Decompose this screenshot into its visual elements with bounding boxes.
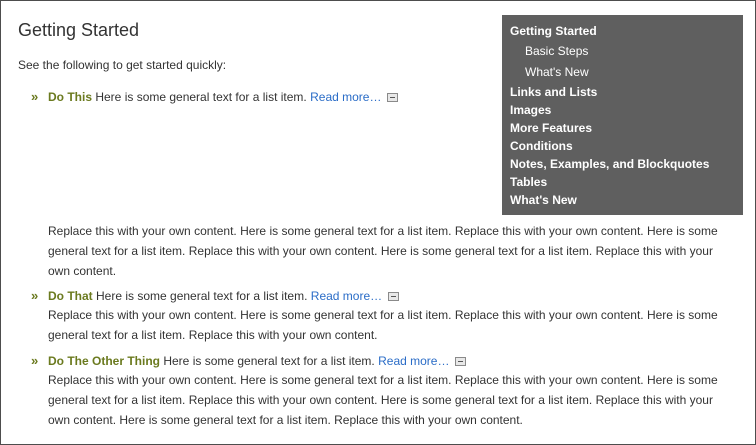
- list-item-term: Do This: [48, 90, 92, 104]
- list-item-body: Replace this with your own content. Here…: [48, 373, 718, 427]
- read-more-link[interactable]: Read more…: [310, 90, 381, 104]
- bullet-icon: »: [31, 89, 39, 104]
- toc-item-whats-new[interactable]: What's New: [510, 191, 735, 209]
- list-item-text: Here is some general text for a list ite…: [96, 289, 308, 303]
- topic-toc: Getting Started Basic Steps What's New L…: [502, 15, 743, 215]
- help-topic-pane: Getting Started See the following to get…: [0, 0, 756, 445]
- expand-icon[interactable]: [455, 357, 467, 367]
- list-item-text: Here is some general text for a list ite…: [95, 90, 307, 104]
- toc-item-notes-examples-blockquotes[interactable]: Notes, Examples, and Blockquotes: [510, 155, 735, 173]
- toc-item-tables[interactable]: Tables: [510, 173, 735, 191]
- list-item-heading: » Do The Other Thing Here is some general…: [31, 352, 731, 370]
- bullet-icon: »: [31, 353, 39, 368]
- intro-text: See the following to get started quickly…: [18, 58, 227, 72]
- page-title: Getting Started: [18, 20, 140, 40]
- list-item: » Do That Here is some general text for a…: [31, 287, 731, 345]
- bullet-icon: »: [31, 288, 39, 303]
- list-item-text: Here is some general text for a list ite…: [163, 354, 375, 368]
- list-item-body: Replace this with your own content. Here…: [48, 308, 718, 342]
- list-item-term: Do That: [48, 289, 93, 303]
- expand-icon[interactable]: [387, 93, 399, 103]
- list-item-body: Replace this with your own content. Here…: [48, 224, 718, 278]
- list-item: » Do This Here is some general text for a…: [31, 88, 731, 106]
- toc-item-basic-steps[interactable]: Basic Steps: [510, 41, 735, 62]
- read-more-link[interactable]: Read more…: [378, 354, 449, 368]
- expand-icon[interactable]: [388, 292, 400, 302]
- read-more-link[interactable]: Read more…: [311, 289, 382, 303]
- list-item-term: Do The Other Thing: [48, 354, 160, 368]
- toc-item-conditions[interactable]: Conditions: [510, 137, 735, 155]
- toc-item-more-features[interactable]: More Features: [510, 119, 735, 137]
- toc-item-whats-new-sub[interactable]: What's New: [510, 62, 735, 83]
- list-item-heading: » Do That Here is some general text for a…: [31, 287, 731, 305]
- list-item: » Do The Other Thing Here is some general…: [31, 352, 731, 430]
- list-item-heading: » Do This Here is some general text for a…: [31, 88, 731, 106]
- toc-item-getting-started[interactable]: Getting Started: [510, 23, 735, 39]
